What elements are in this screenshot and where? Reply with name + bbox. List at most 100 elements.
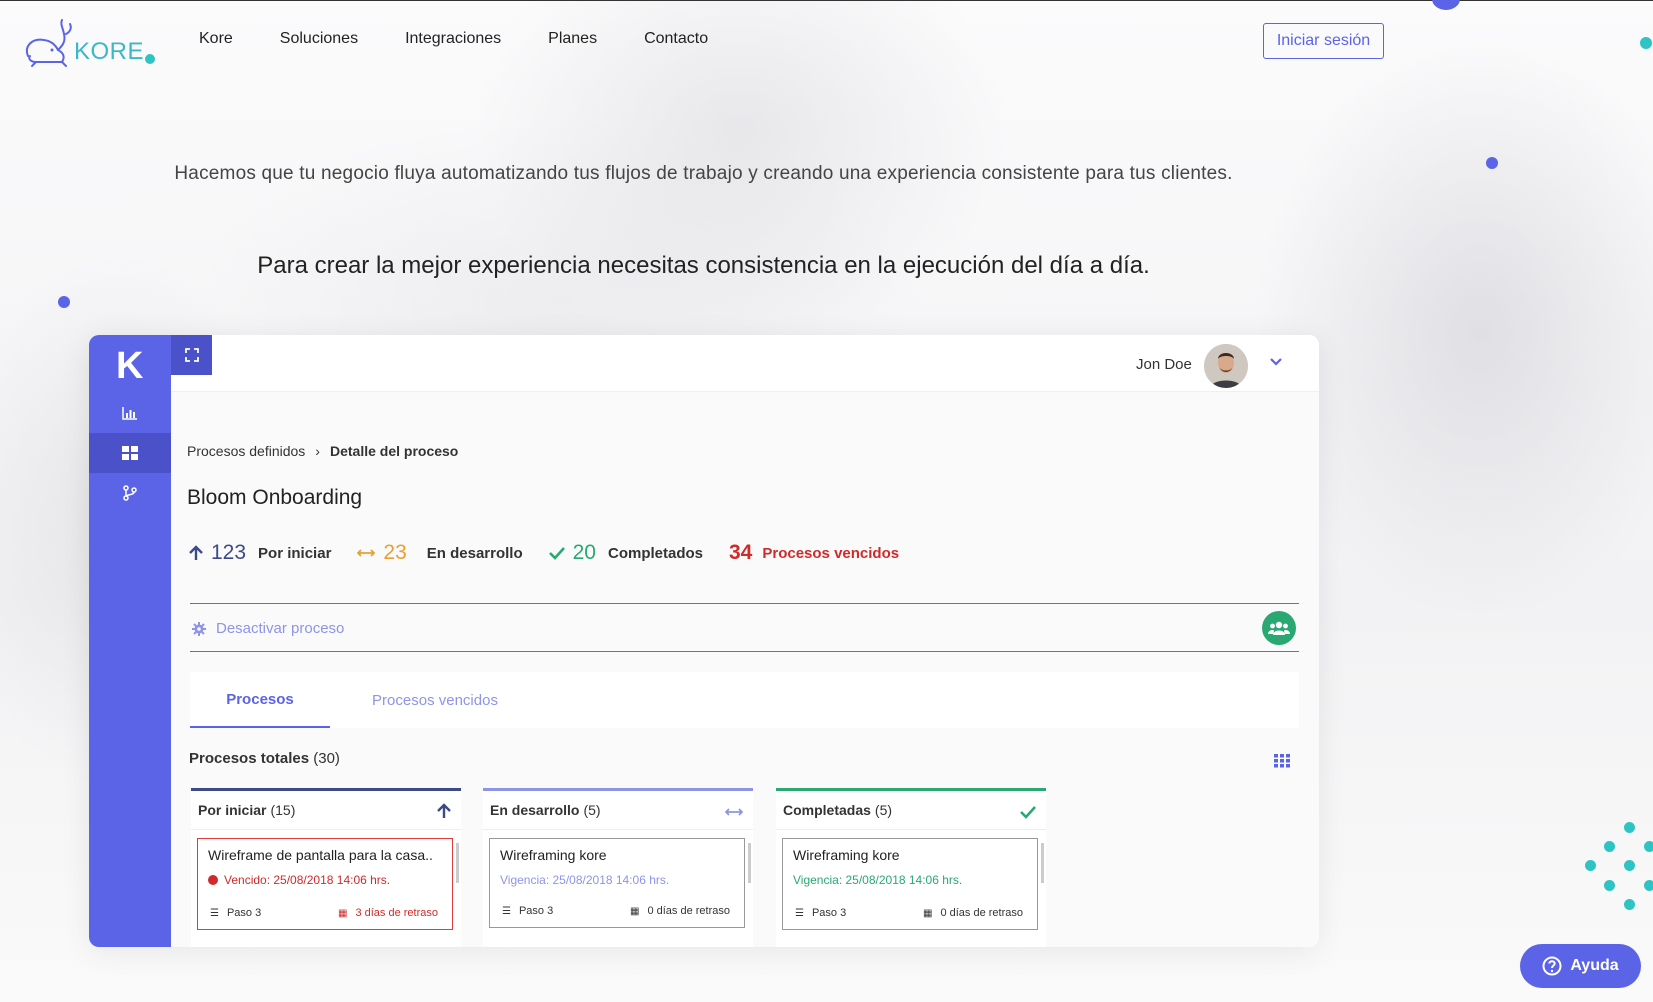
avatar[interactable] xyxy=(1204,344,1248,388)
arrow-up-icon xyxy=(437,803,451,818)
list-icon: ☰ xyxy=(795,907,804,919)
status-dot-icon xyxy=(208,875,218,885)
app-sidebar: K xyxy=(89,335,171,947)
team-button[interactable] xyxy=(1262,611,1296,645)
site-header: KORE Kore Soluciones Integraciones Plane… xyxy=(0,0,1653,86)
divider xyxy=(190,651,1299,652)
process-card[interactable]: Wireframe de pantalla para la casa.. Ven… xyxy=(197,838,453,930)
fullscreen-icon xyxy=(184,348,199,362)
check-icon xyxy=(548,547,565,560)
stat-value: 123 xyxy=(211,541,247,564)
branch-icon xyxy=(123,485,137,501)
login-button[interactable]: Iniciar sesión xyxy=(1263,23,1384,59)
card-date: Vencido: 25/08/2018 14:06 hrs. xyxy=(208,873,390,887)
card-title: Wireframe de pantalla para la casa.. xyxy=(208,847,433,863)
scrollbar[interactable] xyxy=(1041,843,1044,883)
help-label: Ayuda xyxy=(1570,957,1619,974)
arrows-horizontal-icon xyxy=(725,808,743,816)
column-count: (5) xyxy=(583,802,601,818)
stat-vencidos: 34 Procesos vencidos xyxy=(729,541,899,565)
column-header: En desarrollo (5) xyxy=(483,788,753,830)
help-icon xyxy=(1542,956,1562,976)
list-icon: ☰ xyxy=(502,905,511,917)
card-step: ☰ Paso 3 xyxy=(795,907,846,919)
column-count: (5) xyxy=(874,802,893,818)
card-title: Wireframing kore xyxy=(793,847,900,863)
calendar-icon: ▦ xyxy=(922,907,933,919)
deactivate-process-button[interactable]: Desactivar proceso xyxy=(192,620,344,637)
rabbit-icon xyxy=(26,19,72,67)
card-step-text: Paso 3 xyxy=(226,907,262,919)
hero-title: Para crear la mejor experiencia necesita… xyxy=(257,252,1150,279)
breadcrumb-current: Detalle del proceso xyxy=(329,443,459,459)
stat-label: En desarrollo xyxy=(426,544,523,562)
stat-completados: 20 Completados xyxy=(548,541,703,565)
scrollbar[interactable] xyxy=(456,843,459,883)
stat-label: Procesos vencidos xyxy=(762,544,900,562)
grid-view-icon[interactable] xyxy=(1274,754,1290,768)
deactivate-label: Desactivar proceso xyxy=(216,620,345,637)
stat-label: Por iniciar xyxy=(258,544,332,562)
column-title: En desarrollo xyxy=(490,802,580,818)
card-date: Vigencia: 25/08/2018 14:06 hrs. xyxy=(793,873,963,887)
decor-dot-cluster xyxy=(1580,822,1653,912)
chevron-right-icon: › xyxy=(315,443,320,459)
nav-item-contacto[interactable]: Contacto xyxy=(644,30,708,48)
nav-item-integraciones[interactable]: Integraciones xyxy=(405,30,501,48)
sidebar-item-flows[interactable] xyxy=(89,473,171,513)
user-name: Jon Doe xyxy=(1136,356,1192,373)
kanban-column-por-iniciar: Por iniciar (15) Wireframe de pantalla p… xyxy=(191,788,461,947)
nav-item-planes[interactable]: Planes xyxy=(548,30,597,48)
card-delay: ▦ 0 días de retraso xyxy=(923,907,1023,919)
sidebar-item-dashboard[interactable] xyxy=(89,433,171,473)
tab-procesos[interactable]: Procesos xyxy=(190,672,330,728)
bar-chart-icon xyxy=(122,407,137,420)
decor-dot xyxy=(58,296,70,308)
column-count: (15) xyxy=(270,802,296,818)
totals-label: Procesos totales xyxy=(189,750,310,767)
stat-value: 20 xyxy=(572,541,596,564)
stat-en-desarrollo: 23 En desarrollo xyxy=(357,541,523,565)
sidebar-item-stats[interactable] xyxy=(89,393,171,433)
main-nav: Kore Soluciones Integraciones Planes Con… xyxy=(199,30,755,48)
card-step-text: Paso 3 xyxy=(518,905,554,917)
card-delay: ▦ 0 días de retraso xyxy=(630,905,730,917)
process-card[interactable]: Wireframing kore Vigencia: 25/08/2018 14… xyxy=(782,838,1038,930)
process-card[interactable]: Wireframing kore Vigencia: 25/08/2018 14… xyxy=(489,838,745,928)
card-title: Wireframing kore xyxy=(500,847,607,863)
users-icon xyxy=(1268,621,1290,635)
column-header: Por iniciar (15) xyxy=(191,788,461,830)
app-preview: K Jon Doe Procesos definidos › Detalle d… xyxy=(89,335,1319,947)
card-step-text: Paso 3 xyxy=(811,907,847,919)
expand-button[interactable] xyxy=(171,335,212,375)
chevron-down-icon[interactable] xyxy=(1269,357,1283,367)
card-delay-text: 0 días de retraso xyxy=(647,905,730,917)
process-stats: 123 Por iniciar 23 En desarrollo 20 Comp… xyxy=(189,541,925,565)
column-title: Por iniciar xyxy=(198,802,267,818)
stat-value: 23 xyxy=(383,541,407,564)
column-title: Completadas xyxy=(783,802,871,818)
help-button[interactable]: Ayuda xyxy=(1520,944,1641,988)
hero-subtitle: Hacemos que tu negocio fluya automatizan… xyxy=(174,163,1233,184)
breadcrumb-parent[interactable]: Procesos definidos xyxy=(187,443,305,459)
stat-por-iniciar: 123 Por iniciar xyxy=(189,541,331,565)
check-icon xyxy=(1020,806,1036,819)
tab-procesos-vencidos[interactable]: Procesos vencidos xyxy=(330,672,540,728)
calendar-icon: ▦ xyxy=(337,907,348,919)
nav-item-soluciones[interactable]: Soluciones xyxy=(280,30,358,48)
scrollbar[interactable] xyxy=(748,843,751,883)
card-date: Vigencia: 25/08/2018 14:06 hrs. xyxy=(500,873,670,887)
totals-count: (30) xyxy=(313,750,340,767)
card-delay-text: 0 días de retraso xyxy=(940,907,1023,919)
kore-logo[interactable]: KORE xyxy=(22,16,162,68)
page-title: Bloom Onboarding xyxy=(187,486,363,509)
logo-text: KORE xyxy=(74,38,145,65)
logo-dot xyxy=(145,54,155,64)
breadcrumb: Procesos definidos › Detalle del proceso xyxy=(187,443,458,459)
nav-item-kore[interactable]: Kore xyxy=(199,30,233,48)
arrows-horizontal-icon xyxy=(357,549,376,557)
arrow-up-icon xyxy=(189,545,203,560)
gear-icon xyxy=(192,621,206,636)
column-header: Completadas (5) xyxy=(776,788,1046,830)
card-date-text: Vencido: 25/08/2018 14:06 hrs. xyxy=(224,873,391,887)
